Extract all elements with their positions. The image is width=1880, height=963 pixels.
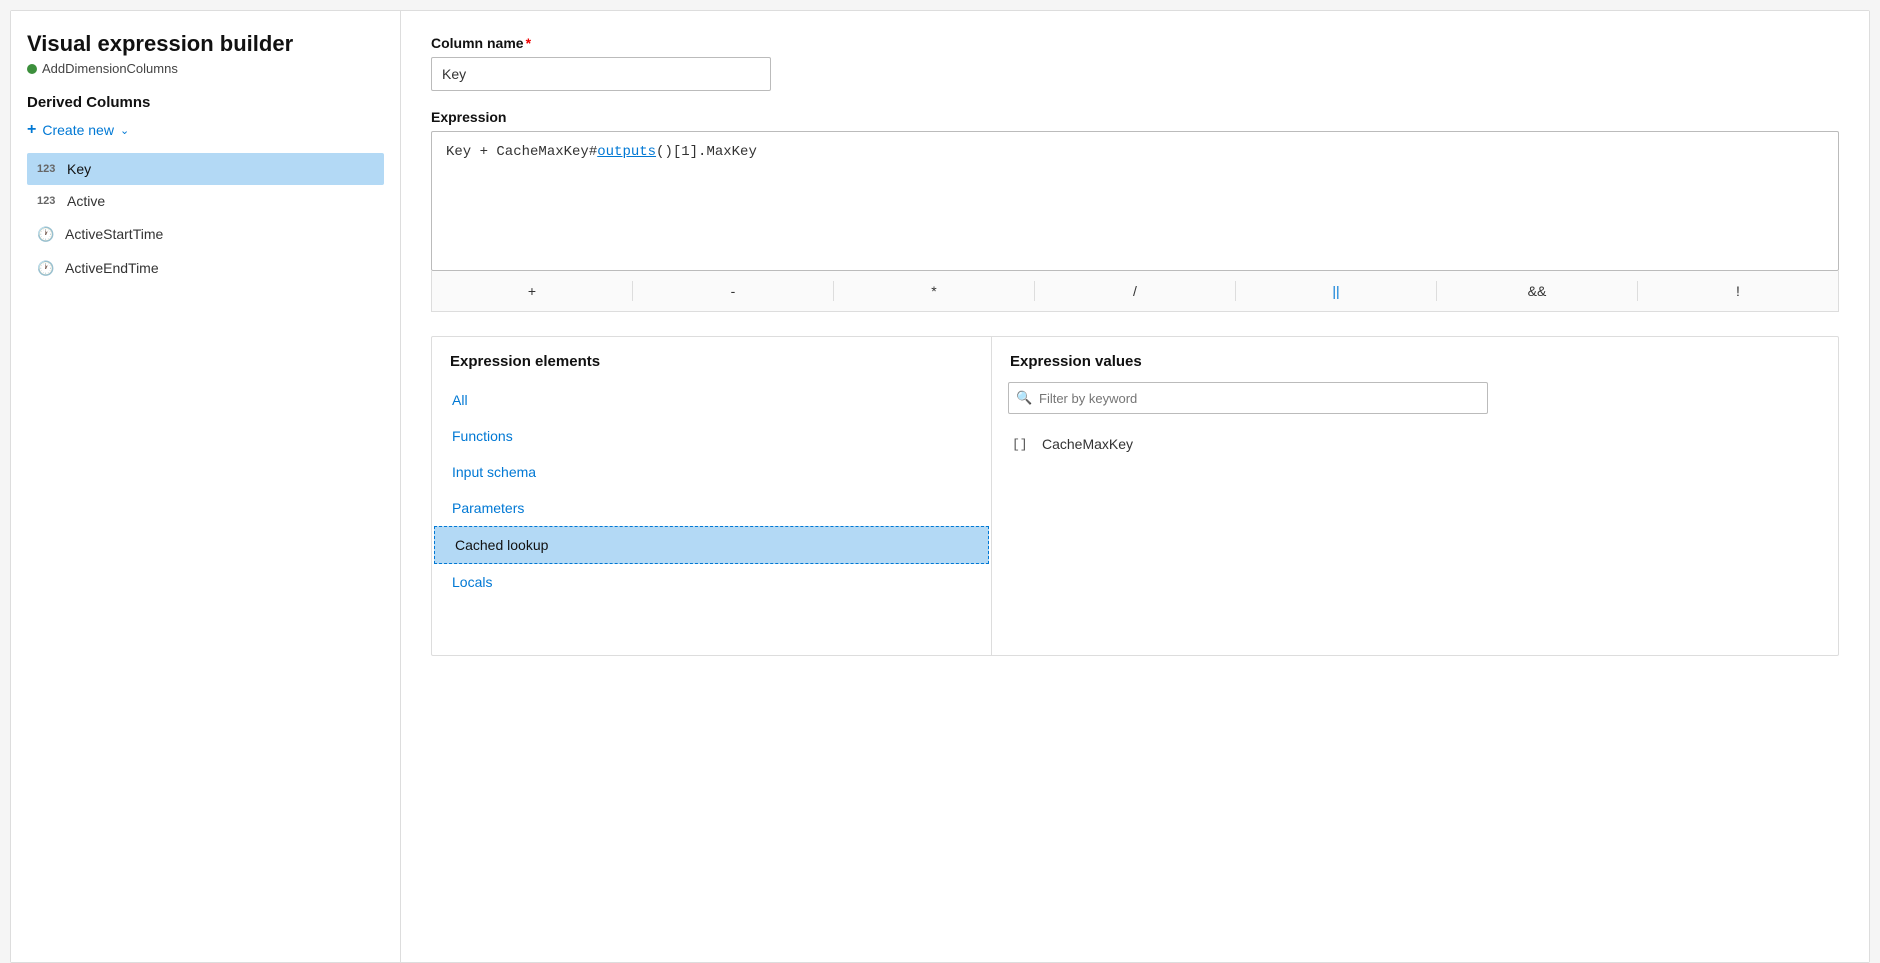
expression-text-prefix: Key + CacheMaxKey# [446, 144, 597, 160]
column-name-active: Active [67, 193, 105, 209]
element-locals[interactable]: Locals [432, 564, 991, 600]
type-number-icon-active: 123 [37, 195, 57, 207]
clock-icon-start: 🕐 [37, 225, 55, 243]
column-name-field-label: Column name* [431, 35, 1839, 51]
expression-elements-panel: Expression elements All Functions Input … [432, 337, 992, 655]
page-title: Visual expression builder [27, 31, 384, 57]
subtitle-text: AddDimensionColumns [42, 61, 178, 76]
green-dot-icon [27, 64, 37, 74]
op-pipe-button[interactable]: || [1236, 279, 1436, 303]
expression-section-label: Expression [431, 109, 1839, 125]
bottom-section: Expression elements All Functions Input … [431, 336, 1839, 656]
expression-link-outputs[interactable]: outputs [597, 144, 656, 160]
filter-input-wrap: 🔍 [992, 382, 1838, 426]
type-number-icon: 123 [37, 163, 57, 175]
subtitle-row: AddDimensionColumns [27, 61, 384, 76]
column-item-active-end-time[interactable]: 🕐 ActiveEndTime [27, 251, 384, 285]
column-item-active-start-time[interactable]: 🕐 ActiveStartTime [27, 217, 384, 251]
column-name-input[interactable] [431, 57, 771, 91]
derived-columns-label: Derived Columns [27, 94, 384, 111]
column-item-active[interactable]: 123 Active [27, 185, 384, 217]
element-all[interactable]: All [432, 382, 991, 418]
element-input-schema[interactable]: Input schema [432, 454, 991, 490]
op-and-button[interactable]: && [1437, 279, 1637, 303]
create-new-label: Create new [42, 122, 114, 138]
op-not-button[interactable]: ! [1638, 279, 1838, 303]
column-item-key[interactable]: 123 Key [27, 153, 384, 185]
element-cached-lookup[interactable]: Cached lookup [434, 526, 989, 564]
element-parameters[interactable]: Parameters [432, 490, 991, 526]
value-name-cache-max-key: CacheMaxKey [1042, 436, 1133, 452]
left-panel: Visual expression builder AddDimensionCo… [11, 11, 401, 962]
clock-icon-end: 🕐 [37, 259, 55, 277]
column-list: 123 Key 123 Active 🕐 ActiveStartTime 🕐 A… [27, 153, 384, 285]
required-star: * [526, 35, 531, 51]
filter-keyword-input[interactable] [1008, 382, 1488, 414]
filter-input-container: 🔍 [1008, 382, 1488, 414]
value-array-icon: [] [1012, 437, 1032, 452]
operator-bar: + - * / || && ! [431, 271, 1839, 312]
expression-elements-header: Expression elements [432, 337, 991, 382]
value-cache-max-key[interactable]: [] CacheMaxKey [992, 426, 1838, 462]
column-name-active-end-time: ActiveEndTime [65, 260, 159, 276]
chevron-down-icon: ⌄ [120, 124, 129, 137]
right-panel: Column name* Expression Key + CacheMaxKe… [401, 11, 1869, 962]
create-new-button[interactable]: + Create new ⌄ [27, 121, 129, 139]
plus-icon: + [27, 121, 36, 139]
expression-values-panel: Expression values 🔍 [] CacheMaxKey [992, 337, 1838, 655]
column-name-active-start-time: ActiveStartTime [65, 226, 163, 242]
op-divide-button[interactable]: / [1035, 279, 1235, 303]
op-multiply-button[interactable]: * [834, 279, 1034, 303]
expression-text-suffix: ()[1].MaxKey [656, 144, 757, 160]
op-plus-button[interactable]: + [432, 279, 632, 303]
op-minus-button[interactable]: - [633, 279, 833, 303]
expression-editor[interactable]: Key + CacheMaxKey#outputs()[1].MaxKey [431, 131, 1839, 271]
search-icon: 🔍 [1016, 390, 1032, 406]
expression-values-header: Expression values [992, 337, 1838, 382]
column-name-key: Key [67, 161, 91, 177]
element-functions[interactable]: Functions [432, 418, 991, 454]
